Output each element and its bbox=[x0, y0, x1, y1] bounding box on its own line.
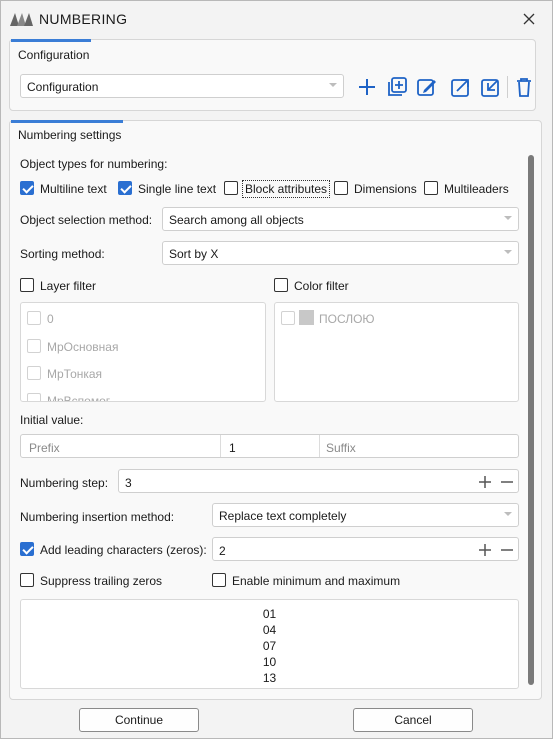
leading-chars-checkbox[interactable] bbox=[20, 542, 34, 556]
plus-icon[interactable] bbox=[479, 544, 491, 556]
color-filter-label: Color filter bbox=[294, 279, 349, 293]
layer-item-checkbox bbox=[27, 311, 41, 325]
multileaders-label: Multileaders bbox=[444, 182, 509, 196]
layer-item: 0 bbox=[47, 312, 54, 326]
suppress-trailing-checkbox[interactable] bbox=[20, 573, 34, 587]
configuration-select-value: Configuration bbox=[27, 80, 99, 94]
scrollbar-thumb[interactable] bbox=[528, 155, 534, 685]
preview-item: 10 bbox=[262, 655, 277, 669]
delete-icon[interactable] bbox=[513, 76, 535, 98]
leading-chars-field[interactable]: 2 bbox=[212, 537, 519, 561]
multileaders-checkbox[interactable] bbox=[424, 181, 438, 195]
color-item-checkbox bbox=[281, 311, 295, 325]
insertion-method-label: Numbering insertion method: bbox=[20, 510, 175, 524]
layer-filter-checkbox[interactable] bbox=[20, 278, 34, 292]
chevron-down-icon bbox=[504, 512, 512, 516]
preview-item: 01 bbox=[262, 607, 277, 621]
app-logo-icon bbox=[10, 13, 33, 26]
suppress-trailing-label: Suppress trailing zeros bbox=[40, 574, 163, 588]
sorting-method-label: Sorting method: bbox=[20, 247, 105, 261]
layer-item-checkbox bbox=[27, 366, 41, 380]
suffix-input[interactable]: Suffix bbox=[326, 441, 356, 455]
color-swatch bbox=[299, 310, 314, 325]
dimensions-checkbox[interactable] bbox=[334, 181, 348, 195]
dialog-window: NUMBERING Configuration Configuration Nu… bbox=[0, 0, 553, 739]
layer-item-checkbox bbox=[27, 393, 41, 401]
tab-underline bbox=[11, 120, 123, 123]
color-list[interactable]: ПОСЛОЮ bbox=[274, 302, 519, 402]
min-max-label: Enable minimum and maximum bbox=[232, 574, 401, 588]
window-title: NUMBERING bbox=[39, 11, 128, 27]
block-attributes-checkbox[interactable] bbox=[224, 181, 238, 195]
chevron-down-icon bbox=[504, 250, 512, 254]
preview-item: 04 bbox=[262, 623, 277, 637]
continue-button[interactable]: Continue bbox=[79, 708, 199, 732]
leading-chars-label: Add leading characters (zeros): bbox=[40, 543, 207, 557]
initial-value-label: Initial value: bbox=[20, 413, 84, 427]
configuration-group: Configuration Configuration bbox=[9, 39, 536, 111]
multiline-text-checkbox[interactable] bbox=[20, 181, 34, 195]
multiline-text-label: Multiline text bbox=[40, 182, 107, 196]
numbering-preview: 01 04 07 10 13 bbox=[20, 599, 519, 689]
step-label: Numbering step: bbox=[20, 476, 109, 490]
prefix-input[interactable]: Prefix bbox=[29, 441, 60, 455]
initial-value-input[interactable]: 1 bbox=[229, 441, 236, 455]
color-item: ПОСЛОЮ bbox=[319, 312, 375, 326]
selection-method-select[interactable]: Search among all objects bbox=[162, 207, 519, 231]
dimensions-label: Dimensions bbox=[354, 182, 417, 196]
configuration-tab[interactable]: Configuration bbox=[18, 48, 89, 62]
min-max-checkbox[interactable] bbox=[212, 573, 226, 587]
close-icon[interactable] bbox=[523, 13, 535, 25]
minus-icon[interactable] bbox=[501, 476, 513, 488]
chevron-down-icon bbox=[329, 83, 337, 87]
plus-icon[interactable] bbox=[479, 476, 491, 488]
insertion-method-select[interactable]: Replace text completely bbox=[212, 503, 519, 527]
sorting-method-select[interactable]: Sort by X bbox=[162, 241, 519, 265]
preview-item: 13 bbox=[262, 671, 277, 685]
insertion-method-value: Replace text completely bbox=[219, 509, 347, 523]
layer-list[interactable]: 0 МрОсновная МрТонкая МрВспомог bbox=[20, 302, 266, 402]
add-icon[interactable] bbox=[356, 76, 378, 98]
leading-chars-input[interactable]: 2 bbox=[219, 544, 226, 558]
selection-method-label: Object selection method: bbox=[20, 213, 153, 227]
duplicate-icon[interactable] bbox=[386, 76, 408, 98]
layer-item: МрОсновная bbox=[47, 340, 119, 354]
chevron-down-icon bbox=[504, 216, 512, 220]
tab-underline bbox=[11, 39, 91, 42]
block-attributes-label: Block attributes bbox=[242, 180, 331, 198]
layer-item: МрВспомог bbox=[47, 394, 111, 402]
layer-filter-label: Layer filter bbox=[40, 279, 97, 293]
field-divider bbox=[319, 435, 320, 457]
single-line-text-checkbox[interactable] bbox=[118, 181, 132, 195]
title-bar: NUMBERING bbox=[1, 1, 552, 37]
field-divider bbox=[220, 435, 221, 457]
layer-item: МрТонкая bbox=[47, 367, 103, 381]
initial-value-group: Prefix 1 Suffix bbox=[20, 434, 519, 458]
import-icon[interactable] bbox=[480, 76, 502, 98]
selection-method-value: Search among all objects bbox=[169, 213, 304, 227]
step-input[interactable]: 3 bbox=[125, 476, 132, 490]
single-line-text-label: Single line text bbox=[138, 182, 217, 196]
layer-item-checkbox bbox=[27, 339, 41, 353]
object-types-label: Object types for numbering: bbox=[20, 157, 168, 171]
preview-item: 07 bbox=[262, 639, 277, 653]
sorting-method-value: Sort by X bbox=[169, 247, 219, 261]
preview-list: 01 04 07 10 13 bbox=[21, 606, 518, 686]
color-filter-checkbox[interactable] bbox=[274, 278, 288, 292]
step-field[interactable]: 3 bbox=[118, 469, 519, 493]
export-icon[interactable] bbox=[450, 76, 472, 98]
cancel-button[interactable]: Cancel bbox=[353, 708, 473, 732]
numbering-settings-group: Numbering settings Object types for numb… bbox=[9, 120, 542, 700]
configuration-select[interactable]: Configuration bbox=[20, 74, 344, 98]
edit-icon[interactable] bbox=[416, 76, 438, 98]
toolbar-divider bbox=[507, 76, 508, 98]
minus-icon[interactable] bbox=[501, 544, 513, 556]
numbering-settings-tab[interactable]: Numbering settings bbox=[18, 128, 121, 142]
